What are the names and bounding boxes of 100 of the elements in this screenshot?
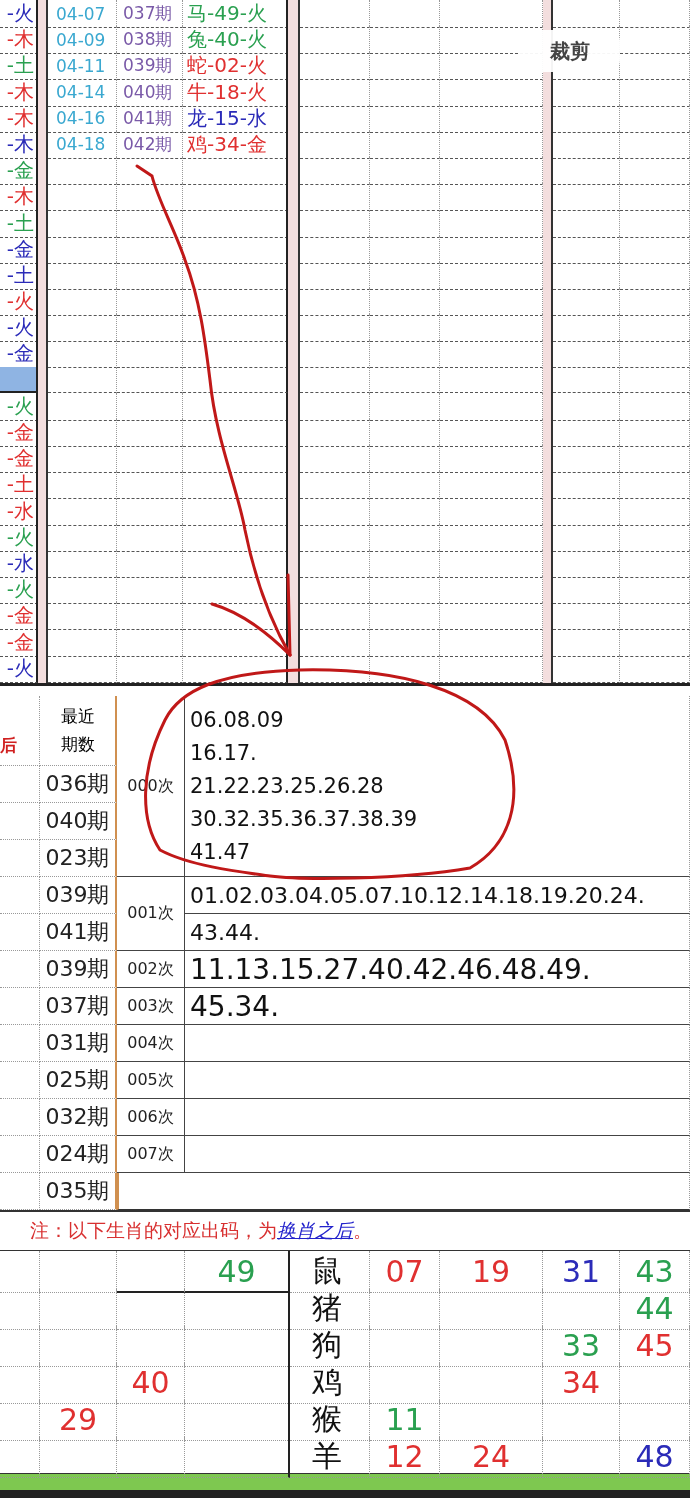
table-cell	[48, 392, 117, 421]
table-cell	[117, 576, 183, 605]
table-cell	[620, 183, 690, 212]
note-link[interactable]: 换肖之后	[277, 1219, 353, 1241]
table-cell	[117, 366, 183, 393]
table-cell	[553, 104, 620, 133]
table-cell	[370, 497, 440, 526]
table-header: 最近期数	[40, 696, 117, 766]
table-cell	[300, 340, 370, 369]
table-cell	[620, 78, 690, 107]
number-text: 19	[471, 1254, 511, 1289]
element-label: -金	[6, 628, 34, 656]
table-cell	[48, 183, 117, 212]
table-cell	[620, 261, 690, 290]
table-cell	[370, 445, 440, 474]
table-cell	[370, 366, 440, 393]
table-cell	[300, 183, 370, 212]
table-cell	[0, 877, 40, 914]
count-label: 007次	[117, 1136, 185, 1173]
table-cell	[117, 1251, 185, 1293]
table-cell	[370, 261, 440, 290]
table-cell	[117, 523, 183, 552]
table-cell	[117, 497, 183, 526]
period-cell: 041期	[40, 914, 117, 951]
table-cell	[300, 602, 370, 631]
element-label: -土	[6, 209, 34, 237]
table-cell	[370, 183, 440, 212]
period-cell: 035期	[40, 1173, 117, 1210]
table-cell	[48, 340, 117, 369]
period-cell: 042期	[117, 130, 183, 159]
table-cell	[48, 261, 117, 290]
table-cell	[300, 78, 370, 107]
table-cell	[553, 235, 620, 264]
count-label: 005次	[117, 1062, 185, 1099]
table-cell	[0, 1136, 40, 1173]
table-cell	[0, 951, 40, 988]
number-text: 40	[131, 1365, 170, 1400]
table-cell	[48, 314, 117, 343]
table-cell	[620, 130, 690, 159]
table-cell	[300, 654, 370, 683]
period-cell: 040期	[117, 78, 183, 107]
table-cell	[553, 340, 620, 369]
period-cell: 025期	[40, 1062, 117, 1099]
element-label: -木	[6, 26, 34, 54]
table-cell	[553, 549, 620, 578]
table-cell	[0, 840, 40, 877]
count-label: 001次	[117, 877, 185, 951]
zodiac-sign: 猴	[290, 1399, 370, 1441]
zodiac-sign: 猪	[290, 1288, 370, 1330]
table-cell	[620, 392, 690, 421]
table-cell	[620, 497, 690, 526]
table-cell	[300, 471, 370, 500]
number-text: 11	[385, 1402, 424, 1437]
table-cell	[48, 549, 117, 578]
element-label: -火	[6, 314, 34, 342]
period-cell: 024期	[40, 1136, 117, 1173]
element-label: -金	[6, 340, 34, 368]
table-cell	[553, 157, 620, 186]
table-cell	[553, 314, 620, 343]
table-cell	[0, 1325, 40, 1367]
table-cell	[48, 445, 117, 474]
table-cell	[553, 576, 620, 605]
table-cell	[117, 1288, 185, 1330]
table-cell	[370, 1325, 440, 1367]
table-cell	[553, 654, 620, 683]
table-cell	[370, 471, 440, 500]
table-cell	[117, 209, 183, 238]
table-cell	[620, 366, 690, 393]
element-label: -木	[6, 130, 34, 158]
table-cell	[48, 209, 117, 238]
number-list: 16.17.	[190, 736, 257, 770]
table-cell	[0, 1251, 40, 1293]
element-label: -火	[6, 654, 34, 682]
table-cell	[48, 523, 117, 552]
date-cell: 04-09	[48, 26, 117, 55]
table-cell	[117, 445, 183, 474]
table-cell	[553, 471, 620, 500]
table-cell	[300, 419, 370, 447]
table-cell	[620, 209, 690, 238]
element-label: -土	[6, 471, 34, 499]
table-cell	[370, 52, 440, 81]
zodiac-sign: 鼠	[290, 1251, 370, 1293]
date-cell: 04-18	[48, 130, 117, 159]
table-cell	[0, 803, 40, 840]
period-cell: 037期	[40, 988, 117, 1025]
table-cell	[300, 628, 370, 657]
number-list: 01.02.03.04.05.07.10.12.14.18.19.20.24.	[185, 877, 690, 914]
date-cell: 04-14	[48, 78, 117, 107]
table-cell	[370, 654, 440, 683]
element-label: -火	[6, 523, 34, 551]
table-cell	[117, 183, 183, 212]
element-label: -木	[6, 78, 34, 106]
element-label: -火	[6, 392, 34, 420]
table-cell	[300, 235, 370, 264]
table-cell	[48, 157, 117, 186]
period-cell: 036期	[40, 766, 117, 803]
table-cell	[0, 1025, 40, 1062]
zodiac-sign: 狗	[290, 1325, 370, 1367]
crop-button[interactable]: 裁剪	[520, 30, 620, 72]
table-cell	[553, 628, 620, 657]
